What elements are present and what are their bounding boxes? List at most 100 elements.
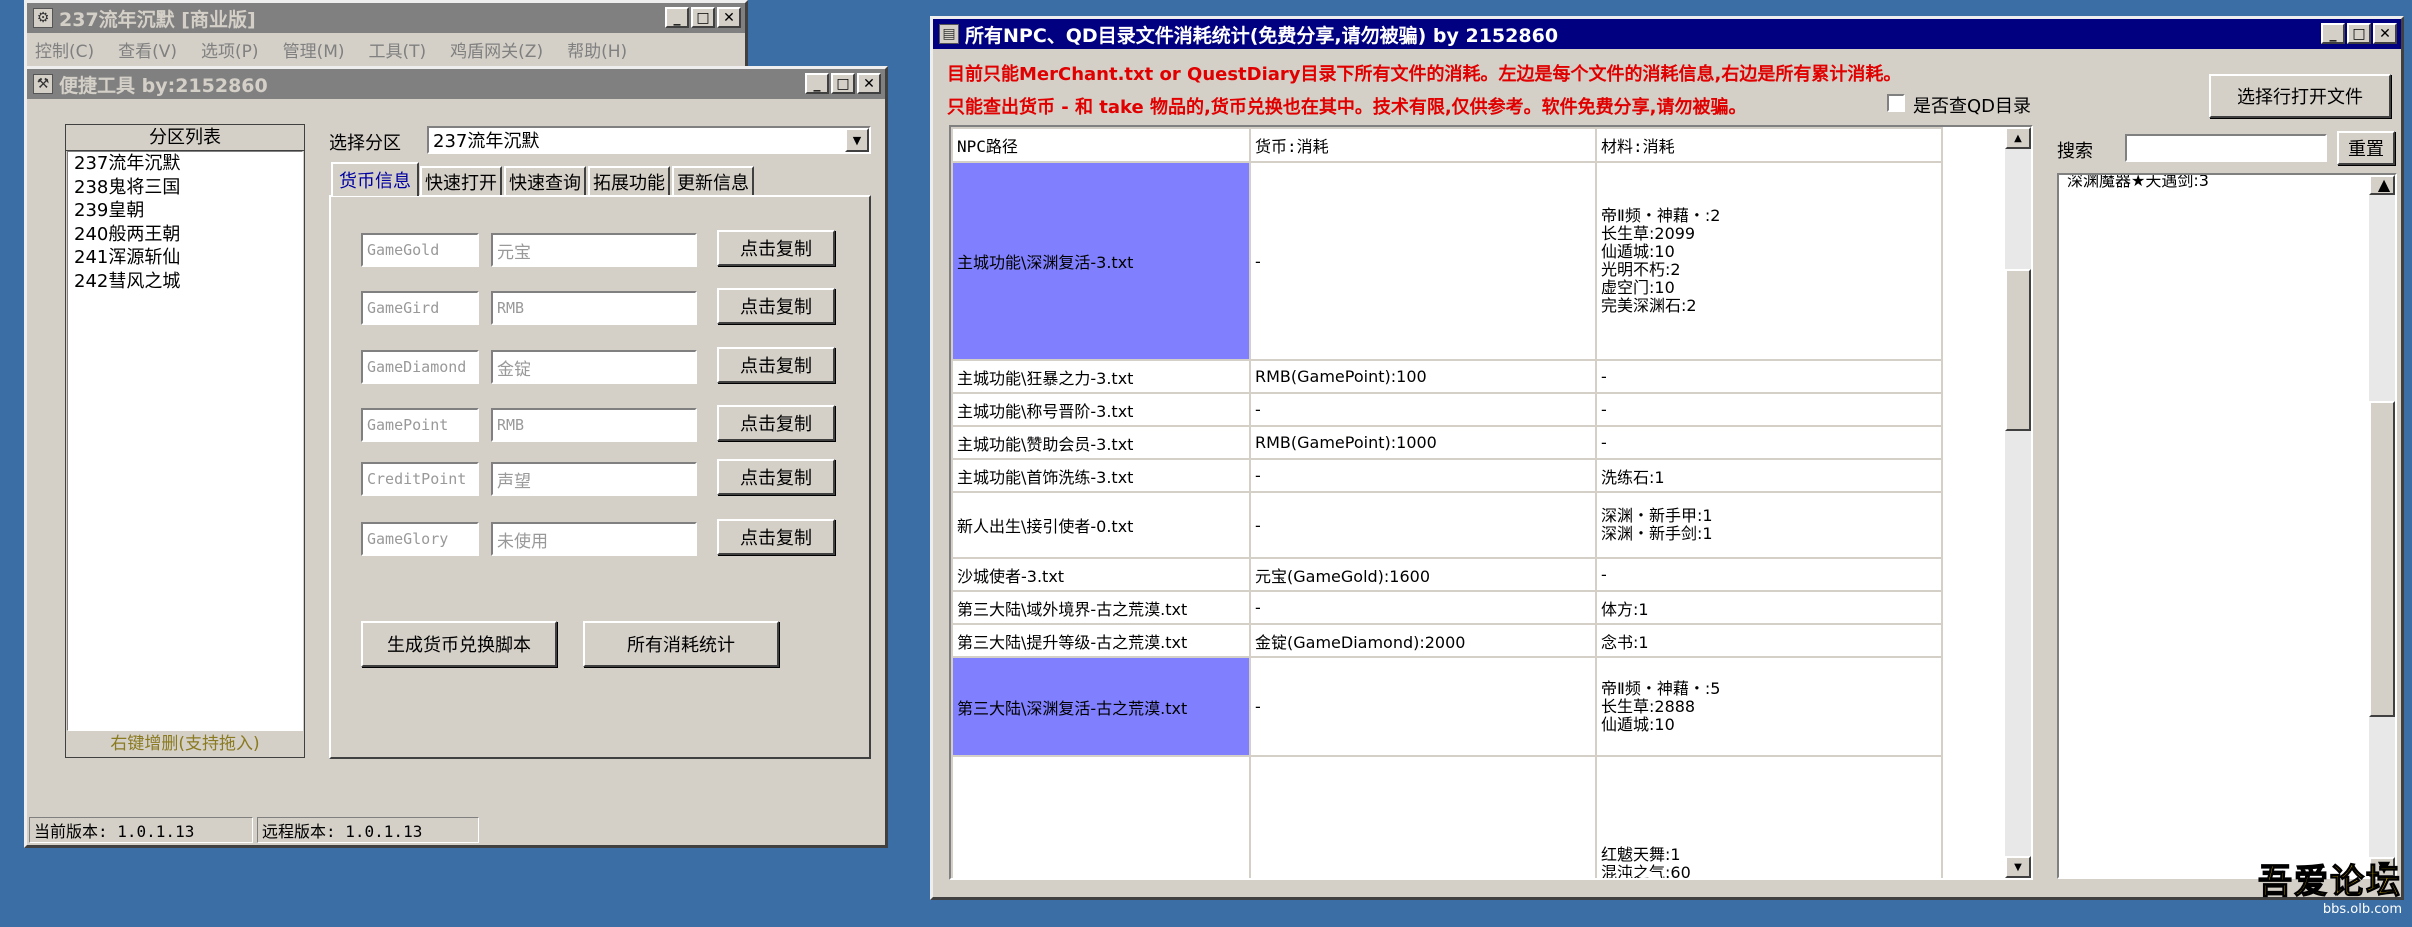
column-header[interactable]: 材料:消耗 (1595, 127, 1943, 163)
tab-currency[interactable]: 货币信息 (331, 162, 419, 196)
close-button[interactable]: ✕ (857, 73, 881, 94)
all-consumption-button[interactable]: 所有消耗统计 (583, 621, 779, 667)
menu-control[interactable]: 控制(C) (35, 37, 94, 62)
currency-code-field[interactable]: GameGlory (361, 522, 479, 556)
table-scrollbar[interactable]: ▲ ▼ (2005, 127, 2031, 878)
cell-materials[interactable]: 念书:1 (1595, 623, 1943, 658)
cell-currency[interactable]: - (1249, 656, 1597, 757)
cell-path[interactable]: 第三大陆\深渊复活-古之荒漠.txt (951, 656, 1251, 757)
currency-name-field[interactable]: 元宝 (491, 233, 697, 267)
open-row-file-button[interactable]: 选择行打开文件 (2209, 74, 2391, 118)
currency-code-field[interactable]: GameDiamond (361, 350, 479, 384)
currency-name-field[interactable]: RMB (491, 291, 697, 325)
partition-select[interactable]: 237流年沉默 ▼ (427, 126, 871, 154)
cell-materials[interactable]: - (1595, 392, 1943, 427)
list-item[interactable]: 242彗风之城 (68, 270, 302, 294)
cell-currency[interactable]: - (1249, 458, 1597, 493)
currency-name-field[interactable]: 声望 (491, 462, 697, 496)
table-row[interactable]: 第三大陆\深渊复活-古之荒漠.txt - 帝Ⅱ频・神藉・:5 长生草:2888 … (951, 656, 1943, 757)
currency-name-field[interactable]: 金锭 (491, 350, 697, 384)
cell-currency[interactable]: 金锭(GameDiamond):2000 (1249, 623, 1597, 658)
cell-materials[interactable]: 体方:1 (1595, 590, 1943, 625)
menu-options[interactable]: 选项(P) (201, 37, 259, 62)
close-button[interactable]: ✕ (2373, 23, 2397, 44)
qd-checkbox[interactable] (1887, 94, 1905, 112)
tool-window-titlebar[interactable]: ⚒ 便捷工具 by:2152860 _ □ ✕ (27, 69, 885, 99)
currency-code-field[interactable]: GamePoint (361, 408, 479, 442)
cell-materials[interactable]: - (1595, 359, 1943, 394)
cell-materials[interactable]: 帝Ⅱ频・神藉・:2 长生草:2099 仙遁城:10 光明不朽:2 虚空门:10 … (1595, 161, 1943, 361)
column-header[interactable]: 货币:消耗 (1249, 127, 1597, 163)
tab-updates[interactable]: 更新信息 (672, 166, 754, 196)
menu-view[interactable]: 查看(V) (118, 37, 177, 62)
table-row[interactable]: 主城功能\首饰洗练-3.txt - 洗练石:1 (951, 458, 1943, 493)
list-item[interactable]: 237流年沉默 (68, 152, 302, 176)
copy-button[interactable]: 点击复制 (717, 347, 835, 383)
cell-path[interactable]: 主城功能\称号晋阶-3.txt (951, 392, 1251, 427)
cell-path[interactable]: 沙城使者-3.txt (951, 557, 1251, 592)
copy-button[interactable]: 点击复制 (717, 519, 835, 555)
menu-gateway[interactable]: 鸡盾网关(Z) (450, 37, 543, 62)
cell-currency[interactable] (1249, 755, 1597, 878)
cell-path[interactable]: 第三大陆\提升等级-古之荒漠.txt (951, 623, 1251, 658)
cell-materials[interactable]: 帝Ⅱ频・神藉・:5 长生草:2888 仙遁城:10 (1595, 656, 1943, 757)
cell-materials[interactable]: 红魃天舞:1 混沌之气:60 (1595, 755, 1943, 878)
search-input[interactable] (2125, 134, 2327, 162)
list-item[interactable]: 239皇朝 (68, 199, 302, 223)
table-row[interactable]: 第三大陆\域外境界-古之荒漠.txt - 体方:1 (951, 590, 1943, 625)
scroll-thumb[interactable] (2005, 269, 2031, 431)
totals-list[interactable]: 深渊魔器★天遇剑:3深渊魔器★斋神剑:1帝Ⅱ频・神藉・:10长生草:12874仙… (2057, 173, 2397, 879)
copy-button[interactable]: 点击复制 (717, 288, 835, 324)
cell-path[interactable]: 第三大陆\域外境界-古之荒漠.txt (951, 590, 1251, 625)
close-button[interactable]: ✕ (717, 7, 741, 28)
cell-currency[interactable]: - (1249, 161, 1597, 361)
tab-extensions[interactable]: 拓展功能 (588, 166, 670, 196)
cell-path[interactable]: 主城功能\深渊复活-3.txt (951, 161, 1251, 361)
maximize-button[interactable]: □ (2347, 23, 2371, 44)
currency-code-field[interactable]: CreditPoint (361, 462, 479, 496)
cell-currency[interactable]: RMB(GamePoint):100 (1249, 359, 1597, 394)
cell-currency[interactable]: - (1249, 491, 1597, 559)
menu-manage[interactable]: 管理(M) (283, 37, 345, 62)
main-window-titlebar[interactable]: ⚙ 237流年沉默 [商业版] _ □ ✕ (27, 3, 745, 33)
cell-materials[interactable]: 洗练石:1 (1595, 458, 1943, 493)
column-header[interactable]: NPC路径 (951, 127, 1251, 163)
cell-path[interactable] (951, 755, 1251, 878)
list-item[interactable]: 240般两王朝 (68, 223, 302, 247)
generate-script-button[interactable]: 生成货币兑换脚本 (361, 621, 557, 667)
stats-window-titlebar[interactable]: ▤ 所有NPC、QD目录文件消耗统计(免费分享,请勿被骗) by 2152860… (933, 19, 2401, 49)
table-row[interactable]: 主城功能\赞助会员-3.txt RMB(GamePoint):1000 - (951, 425, 1943, 460)
tab-quick-open[interactable]: 快速打开 (420, 166, 502, 196)
tab-quick-query[interactable]: 快速查询 (504, 166, 586, 196)
scroll-up-icon[interactable]: ▲ (2005, 127, 2031, 149)
cell-currency[interactable]: RMB(GamePoint):1000 (1249, 425, 1597, 460)
partition-list[interactable]: 237流年沉默 238鬼将三国 239皇朝 240般两王朝 241浑源斩仙 24… (67, 151, 303, 731)
currency-name-field[interactable]: RMB (491, 408, 697, 442)
copy-button[interactable]: 点击复制 (717, 459, 835, 495)
minimize-button[interactable]: _ (2321, 23, 2345, 44)
table-row[interactable]: 红魃天舞:1 混沌之气:60 (951, 755, 1943, 878)
maximize-button[interactable]: □ (691, 7, 715, 28)
table-row[interactable]: 第三大陆\提升等级-古之荒漠.txt 金锭(GameDiamond):2000 … (951, 623, 1943, 658)
cell-path[interactable]: 新人出生\接引使者-0.txt (951, 491, 1251, 559)
cell-path[interactable]: 主城功能\狂暴之力-3.txt (951, 359, 1251, 394)
menu-tools[interactable]: 工具(T) (369, 37, 427, 62)
cell-path[interactable]: 主城功能\首饰洗练-3.txt (951, 458, 1251, 493)
cell-materials[interactable]: - (1595, 557, 1943, 592)
cell-materials[interactable]: - (1595, 425, 1943, 460)
table-row[interactable]: 主城功能\狂暴之力-3.txt RMB(GamePoint):100 - (951, 359, 1943, 394)
cell-materials[interactable]: 深渊・新手甲:1 深渊・新手剑:1 (1595, 491, 1943, 559)
cell-currency[interactable]: - (1249, 590, 1597, 625)
copy-button[interactable]: 点击复制 (717, 405, 835, 441)
chevron-down-icon[interactable]: ▼ (845, 128, 869, 152)
list-item[interactable]: 深渊魔器★天遇剑:3 (2063, 175, 2365, 191)
scroll-down-icon[interactable]: ▼ (2005, 856, 2031, 878)
minimize-button[interactable]: _ (805, 73, 829, 94)
maximize-button[interactable]: □ (831, 73, 855, 94)
currency-code-field[interactable]: GameGold (361, 233, 479, 267)
table-row[interactable]: 主城功能\称号晋阶-3.txt - - (951, 392, 1943, 427)
scroll-up-icon[interactable]: ▲ (2369, 175, 2395, 195)
table-row[interactable]: 沙城使者-3.txt 元宝(GameGold):1600 - (951, 557, 1943, 592)
table-row[interactable]: 新人出生\接引使者-0.txt - 深渊・新手甲:1 深渊・新手剑:1 (951, 491, 1943, 559)
currency-code-field[interactable]: GameGird (361, 291, 479, 325)
